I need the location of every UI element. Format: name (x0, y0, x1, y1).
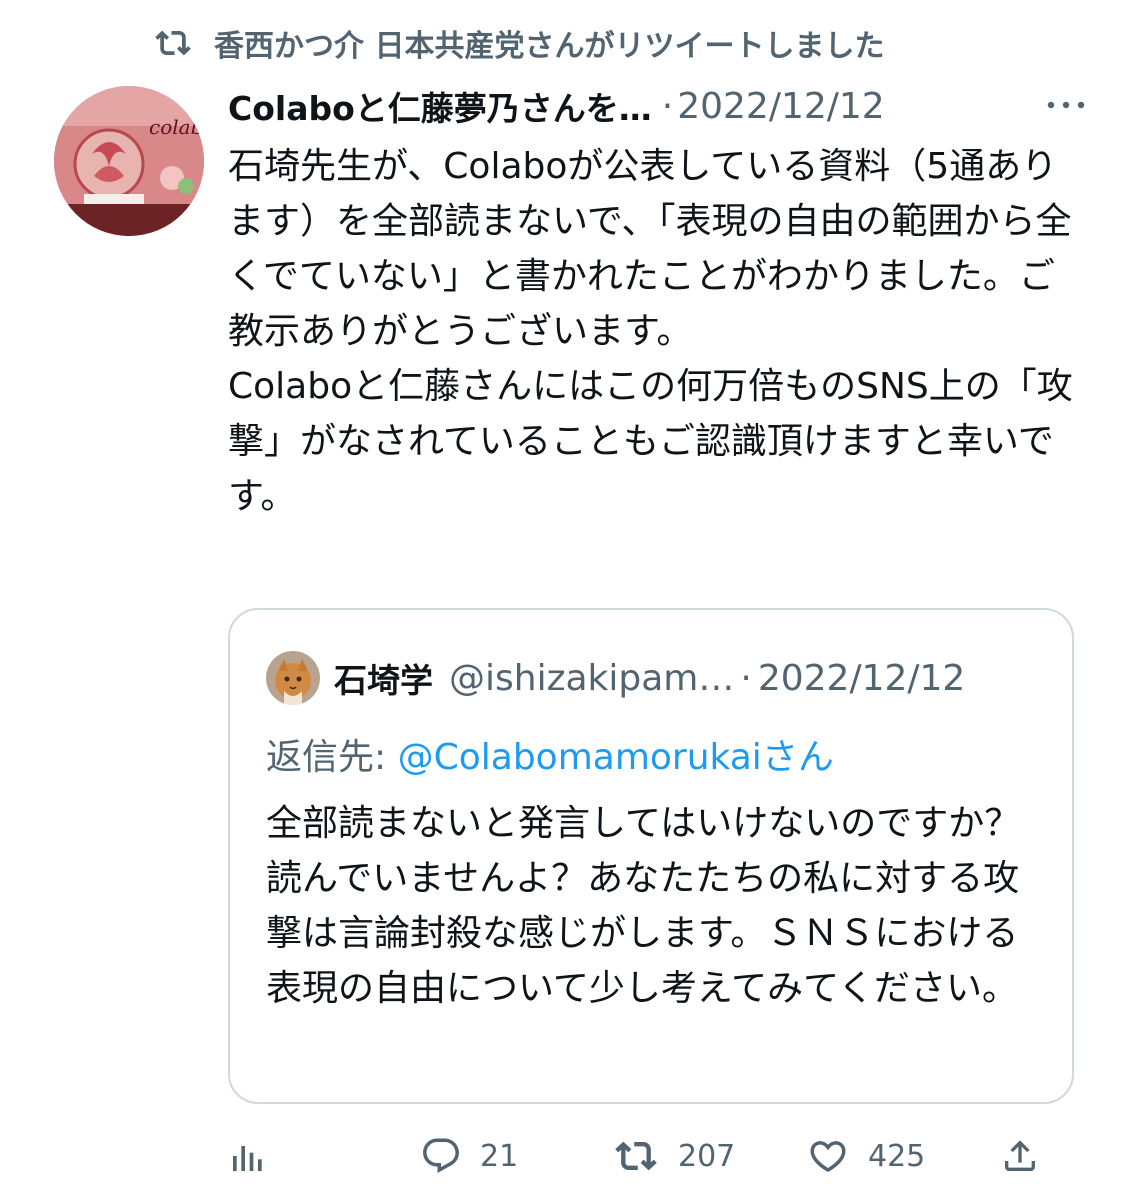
share-icon (1005, 1140, 1035, 1171)
author-name[interactable]: Colaboと仁藤夢乃さんを… (228, 82, 652, 130)
tweet-text: 石埼先生が、Colaboが公表している資料（5通あります）を全部読まないで、「表… (228, 139, 1088, 524)
retweet-context-text: 香西かつ介 日本共産党さんがリツイートしました (214, 29, 885, 64)
tweet-separator: · (661, 85, 674, 127)
tweet-paragraph: Colaboと仁藤さんにはこの何万倍ものSNS上の「攻撃」がなされていることもご… (228, 366, 1073, 517)
tweet-header: Colaboと仁藤夢乃さんを… · 2022/12/12 (228, 78, 1088, 134)
reply-to-line: 返信先: @Colabomamorukaiさん (266, 728, 834, 780)
quoted-author-name: 石埼学 (334, 661, 433, 700)
more-icon[interactable] (1044, 90, 1088, 120)
reply-count: 21 (480, 1138, 519, 1174)
quoted-tweet-header: 石埼学 @ishizakipam… · 2022/12/12 (266, 650, 965, 706)
quoted-author-handle: @ishizakipam… (449, 657, 735, 699)
avatar-logo-text: colabo (149, 115, 204, 139)
reply-button[interactable]: 21 (420, 1126, 518, 1186)
analytics-icon (233, 1146, 262, 1171)
retweet-icon (615, 1141, 657, 1171)
reply-to-mention[interactable]: @Colabomamorukai (398, 737, 762, 778)
retweet-context[interactable]: 香西かつ介 日本共産党さんがリツイートしました (150, 18, 884, 68)
quoted-tweet-date: 2022/12/12 (757, 657, 966, 699)
reply-to-suffix: さん (761, 737, 834, 778)
heart-icon (810, 1141, 846, 1173)
tweet-date[interactable]: 2022/12/12 (677, 86, 885, 127)
views-button[interactable] (228, 1126, 268, 1186)
reply-to-prefix: 返信先: (266, 737, 387, 778)
quoted-tweet-separator: · (740, 657, 752, 699)
reply-icon (423, 1138, 459, 1173)
share-button[interactable] (1000, 1126, 1040, 1186)
like-count: 425 (868, 1138, 926, 1174)
like-button[interactable]: 425 (806, 1126, 925, 1186)
quoted-author-avatar (266, 651, 320, 705)
quoted-tweet-card[interactable]: 石埼学 @ishizakipam… · 2022/12/12 返信先: @Col… (228, 608, 1074, 1104)
author-avatar[interactable]: colabo (54, 86, 204, 236)
quoted-tweet-text: 全部読まないと発言してはいけないのですか？読んでいませんよ？あなたたちの私に対す… (266, 803, 1021, 1009)
retweet-icon (155, 30, 191, 56)
tweet-action-bar: 21 207 425 (228, 1126, 1048, 1186)
tweet-paragraph: 石埼先生が、Colaboが公表している資料（5通あります）を全部読まないで、「表… (228, 146, 1072, 352)
retweet-button[interactable]: 207 (612, 1126, 735, 1186)
retweet-count: 207 (678, 1138, 736, 1174)
